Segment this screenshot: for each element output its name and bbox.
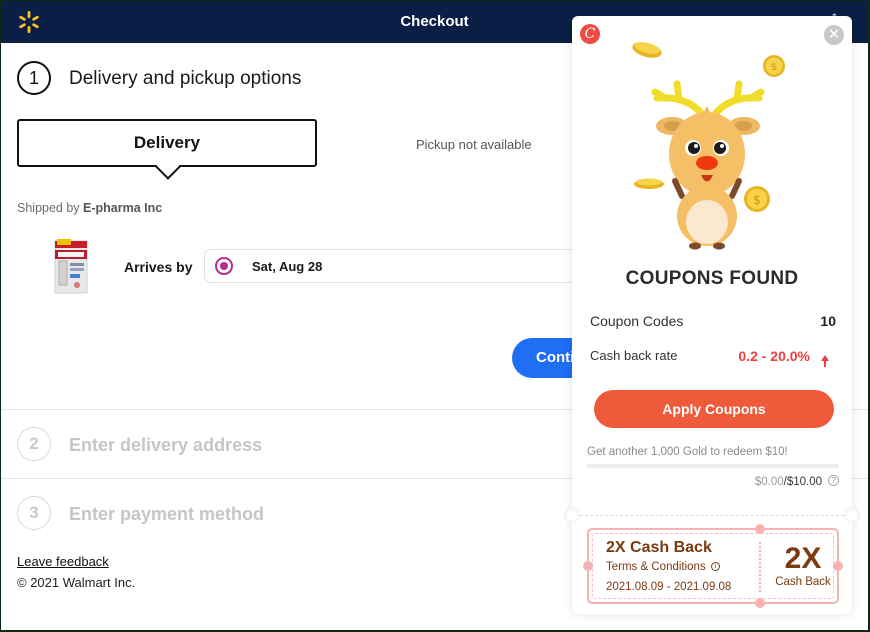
checkout-page: Checkout 1 1 Delivery and pickup options… — [1, 1, 868, 630]
copyright: © 2021 Walmart Inc. — [17, 575, 136, 590]
gold-coin-icon: $ — [763, 55, 785, 77]
delivery-date-option[interactable]: Sat, Aug 28 — [204, 249, 604, 283]
ticket-dot — [583, 561, 593, 571]
shipped-by: Shipped by E-pharma Inc — [17, 201, 162, 215]
arrow-up-icon — [821, 355, 829, 367]
ticket-notch — [564, 507, 580, 523]
gold-amount: $0.00/$10.00 — [755, 476, 822, 488]
cashback-ticket[interactable]: 2X Cash Back Terms & Conditions i 2021.08… — [583, 524, 843, 608]
pickup-status: Pickup not available — [416, 137, 532, 152]
arrival-date: Sat, Aug 28 — [252, 259, 323, 274]
terms-link[interactable]: Terms & Conditions — [606, 561, 706, 573]
ticket-multiplier-label: Cash Back — [775, 576, 831, 588]
terms-conditions[interactable]: Terms & Conditions i — [606, 561, 720, 573]
gold-coin-icon — [634, 178, 664, 189]
info-icon[interactable]: i — [710, 562, 720, 572]
leave-feedback-link[interactable]: Leave feedback — [17, 554, 109, 569]
coupons-found-title: COUPONS FOUND — [625, 268, 799, 289]
apply-coupons-button[interactable]: Apply Coupons — [594, 390, 834, 428]
gold-coin-icon: $ — [744, 186, 770, 212]
ticket-title: 2X Cash Back — [606, 539, 712, 556]
help-icon[interactable]: ? — [828, 475, 839, 486]
delivery-tab-label: Delivery — [133, 133, 201, 152]
cashback-rate-value: 0.2 - 20.0% — [738, 348, 810, 364]
step-1-title: Delivery and pickup options — [69, 68, 302, 89]
step-2-number: 2 — [17, 427, 51, 461]
ticket-dot — [755, 598, 765, 608]
ticket-dates: 2021.08.09 - 2021.09.08 — [606, 581, 732, 593]
product-image — [54, 239, 88, 294]
gold-message: Get another 1,000 Gold to redeem $10! — [587, 446, 788, 458]
step-3-title: Enter payment method — [69, 504, 265, 524]
cashback-rate-label: Cash back rate — [590, 348, 678, 363]
gold-target: $10.00 — [786, 476, 822, 488]
gold-progress-bar — [587, 464, 839, 468]
step-3-number: 3 — [17, 496, 51, 530]
coupon-popup: C ✕ $ $ COUPONS FOUND Coupon Codes 10 Ca… — [564, 16, 860, 614]
ticket-multiplier: 2X — [784, 542, 822, 575]
coupon-codes-label: Coupon Codes — [590, 313, 684, 329]
coupon-codes-count: 10 — [820, 313, 836, 329]
gold-current: $0.00 — [754, 476, 784, 488]
gold-coin-icon — [632, 42, 662, 58]
ticket-perforation — [759, 542, 761, 592]
svg-text:$: $ — [753, 193, 761, 207]
coupon-extension-logo-icon: C — [580, 24, 600, 44]
arrives-by-label: Arrives by — [124, 259, 193, 275]
step-2-title: Enter delivery address — [69, 435, 263, 455]
selected-radio[interactable] — [215, 257, 233, 275]
step-1-number: 1 — [17, 61, 51, 95]
delivery-tab[interactable]: Delivery — [17, 119, 317, 167]
reindeer-mascot-image: $ $ — [632, 42, 785, 250]
shipped-by-prefix: Shipped by — [17, 201, 84, 215]
close-icon[interactable]: ✕ — [824, 25, 844, 45]
svg-text:$: $ — [771, 62, 777, 73]
divider — [580, 515, 844, 516]
ticket-notch — [844, 507, 860, 523]
ticket-dot — [755, 524, 765, 534]
seller-name: E-pharma Inc — [83, 201, 163, 215]
